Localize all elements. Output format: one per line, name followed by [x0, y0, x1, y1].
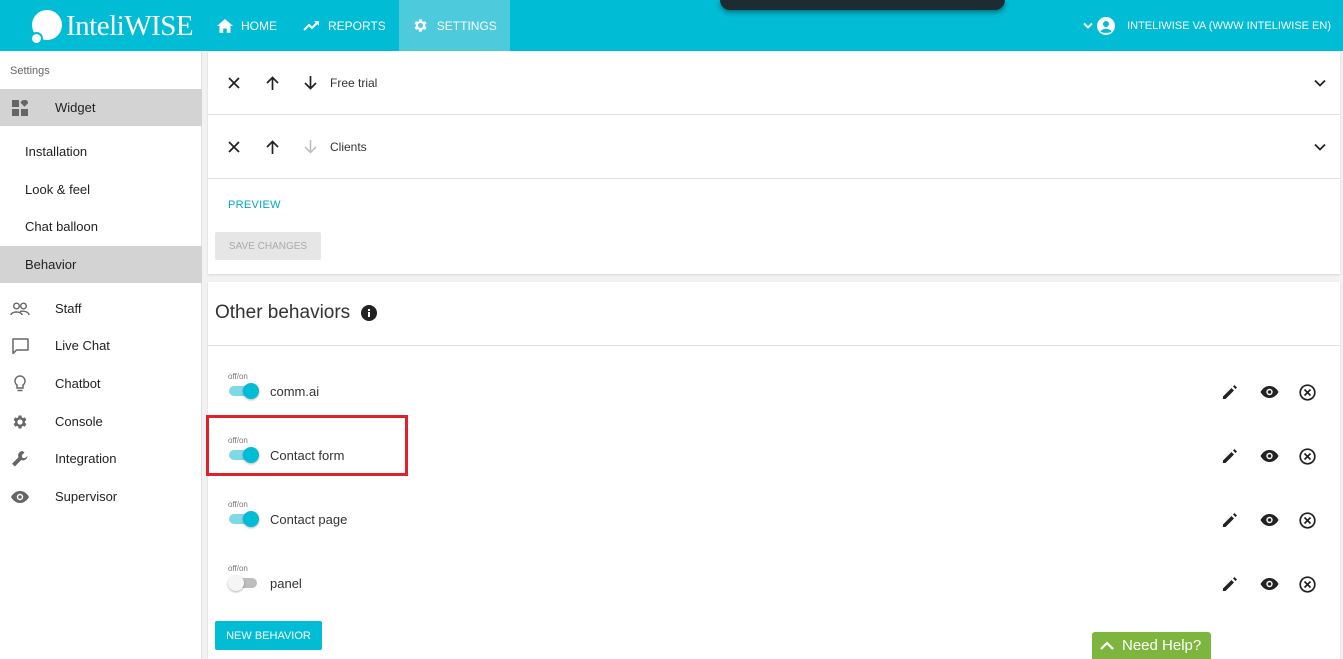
- sidebar-item-label: Behavior: [25, 257, 77, 272]
- account-circle-icon: [1097, 16, 1116, 35]
- sidebar-item-integration[interactable]: Integration: [0, 440, 202, 477]
- gear-icon: [414, 19, 427, 32]
- move-down-icon-disabled: [301, 138, 319, 156]
- eye-icon[interactable]: [1259, 510, 1279, 530]
- behavior-name: Free trial: [330, 75, 378, 90]
- toggle-caption: off/on: [228, 500, 248, 509]
- save-changes-button[interactable]: SAVE CHANGES: [215, 232, 321, 260]
- edit-pencil-icon[interactable]: [1220, 446, 1240, 466]
- move-up-icon[interactable]: [263, 138, 281, 156]
- delete-circle-icon[interactable]: [1297, 382, 1317, 402]
- people-icon: [10, 299, 30, 319]
- sidebar-item-look-and-feel[interactable]: Look & feel: [0, 171, 202, 208]
- account-menu[interactable]: INTELIWISE VA (WWW INTELIWISE EN): [1083, 0, 1331, 51]
- sidebar-item-label: Supervisor: [55, 489, 118, 504]
- divider: [208, 345, 1340, 346]
- edit-pencil-icon[interactable]: [1220, 382, 1240, 402]
- other-behavior-row: off/on Contact page: [208, 481, 1340, 545]
- chevron-down-icon: [1083, 22, 1093, 29]
- delete-circle-icon[interactable]: [1297, 446, 1317, 466]
- chevron-down-icon[interactable]: [1314, 138, 1326, 156]
- sidebar-item-staff[interactable]: Staff: [0, 290, 202, 327]
- logo-mark-icon: [30, 8, 70, 45]
- logo-text: InteliWISE: [66, 9, 194, 42]
- inteliwise-logo[interactable]: InteliWISE: [30, 8, 194, 45]
- behavior-row: Clients: [208, 115, 1340, 179]
- sidebar-item-installation[interactable]: Installation: [0, 133, 202, 170]
- sidebar-item-live-chat[interactable]: Live Chat: [0, 327, 202, 364]
- behavior-label: panel: [270, 576, 302, 591]
- wrench-icon: [10, 449, 30, 469]
- top-navigation-bar: InteliWISE HOME REPORTS SETTINGS INTELIW…: [0, 0, 1343, 51]
- behavior-row: Free trial: [208, 51, 1340, 115]
- widgets-icon: [10, 98, 30, 118]
- other-behavior-row: off/on comm.ai: [208, 353, 1340, 417]
- sidebar-item-label: Widget: [55, 100, 96, 115]
- new-behavior-button[interactable]: NEW BEHAVIOR: [215, 621, 322, 650]
- behavior-list-panel: Free trial Clients PREVIEW SAVE CHANGES: [208, 51, 1340, 274]
- settings-sidebar: Settings Widget Installation Look & feel…: [0, 51, 202, 659]
- edit-pencil-icon[interactable]: [1220, 574, 1240, 594]
- sidebar-item-label: Staff: [55, 301, 82, 316]
- nav-reports[interactable]: REPORTS: [290, 0, 399, 51]
- home-icon: [217, 18, 233, 33]
- lightbulb-icon: [10, 374, 30, 394]
- main-nav: HOME REPORTS SETTINGS: [204, 0, 510, 51]
- sidebar-item-label: Integration: [55, 451, 117, 466]
- move-down-icon[interactable]: [301, 74, 319, 92]
- sidebar-item-chatbot[interactable]: Chatbot: [0, 365, 202, 402]
- move-up-icon[interactable]: [263, 74, 281, 92]
- highlight-box: [206, 415, 408, 476]
- sidebar-item-label: Look & feel: [25, 182, 91, 197]
- sidebar-item-chat-balloon[interactable]: Chat balloon: [0, 208, 202, 245]
- sidebar-item-label: Live Chat: [55, 338, 110, 353]
- sidebar-item-widget[interactable]: Widget: [0, 89, 202, 126]
- info-icon[interactable]: [361, 305, 378, 321]
- delete-circle-icon[interactable]: [1297, 574, 1317, 594]
- sidebar-item-label: Installation: [25, 144, 88, 159]
- chevron-down-icon[interactable]: [1314, 74, 1326, 92]
- sidebar-title: Settings: [10, 65, 50, 77]
- toggle-caption: off/on: [228, 564, 248, 573]
- edit-pencil-icon[interactable]: [1220, 510, 1240, 530]
- overlay-shadow: [720, 0, 1005, 10]
- toggle-caption: off/on: [228, 372, 248, 381]
- behavior-label: Contact page: [270, 512, 348, 527]
- chevron-up-icon: [1100, 641, 1114, 650]
- other-behaviors-heading: Other behaviors: [215, 302, 378, 324]
- nav-home-label: HOME: [241, 18, 277, 33]
- need-help-label: Need Help?: [1122, 637, 1202, 654]
- trending-icon: [303, 20, 319, 31]
- gear-icon: [10, 412, 30, 432]
- eye-icon[interactable]: [1259, 446, 1279, 466]
- need-help-button[interactable]: Need Help?: [1092, 632, 1211, 659]
- behavior-name: Clients: [330, 139, 367, 154]
- enable-toggle[interactable]: [228, 575, 259, 591]
- section-title: Other behaviors: [215, 302, 351, 323]
- sidebar-item-label: Chat balloon: [25, 219, 98, 234]
- nav-settings-label: SETTINGS: [436, 18, 497, 33]
- nav-settings[interactable]: SETTINGS: [398, 0, 510, 51]
- eye-icon[interactable]: [1259, 382, 1279, 402]
- sidebar-item-label: Console: [55, 414, 103, 429]
- eye-icon: [10, 487, 30, 507]
- behavior-label: comm.ai: [270, 384, 320, 399]
- sidebar-item-label: Chatbot: [55, 376, 101, 391]
- account-label: INTELIWISE VA (WWW INTELIWISE EN): [1127, 19, 1331, 32]
- preview-link[interactable]: PREVIEW: [228, 199, 281, 211]
- other-behavior-row: off/on panel: [208, 545, 1340, 609]
- delete-circle-icon[interactable]: [1297, 510, 1317, 530]
- sidebar-item-behavior[interactable]: Behavior: [0, 246, 202, 283]
- enable-toggle[interactable]: [229, 511, 259, 527]
- nav-reports-label: REPORTS: [328, 18, 386, 33]
- eye-icon[interactable]: [1259, 574, 1279, 594]
- nav-home[interactable]: HOME: [204, 0, 290, 51]
- enable-toggle[interactable]: [229, 383, 259, 399]
- chat-bubble-icon: [10, 336, 30, 356]
- remove-icon[interactable]: [225, 138, 243, 156]
- remove-icon[interactable]: [225, 74, 243, 92]
- sidebar-item-supervisor[interactable]: Supervisor: [0, 478, 202, 515]
- sidebar-item-console[interactable]: Console: [0, 403, 202, 440]
